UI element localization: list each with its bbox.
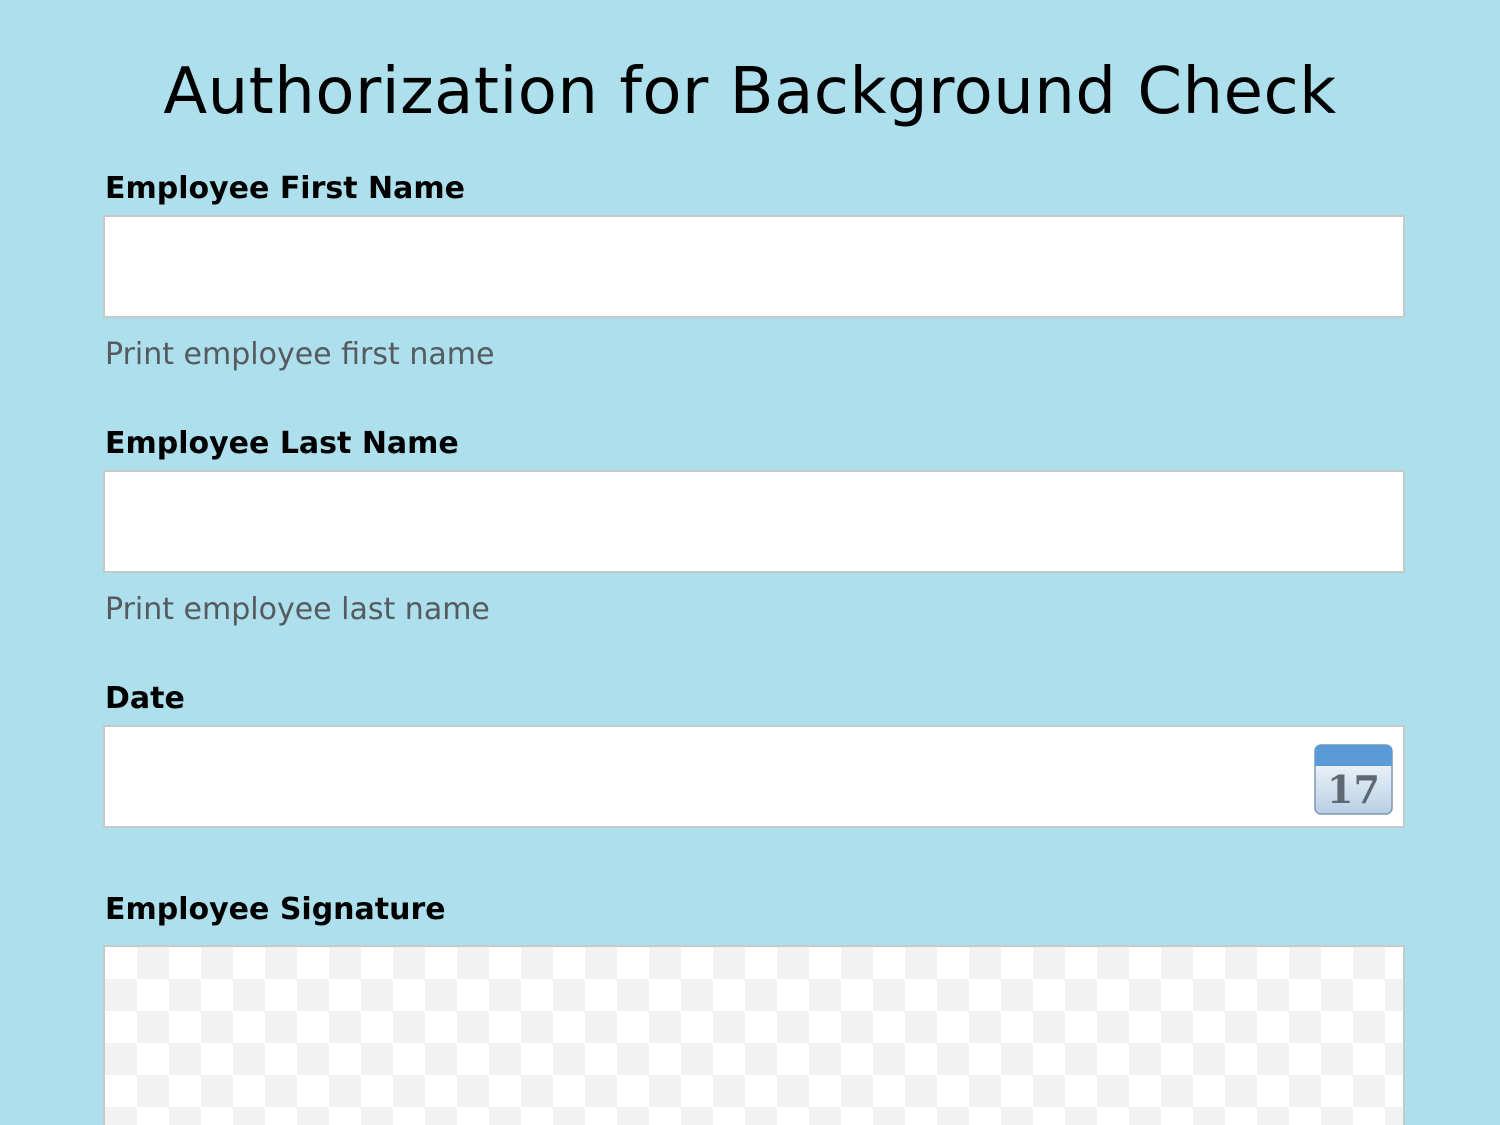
last-name-label: Employee Last Name	[105, 426, 459, 461]
signature-label: Employee Signature	[105, 892, 446, 927]
calendar-day-number: 17	[1327, 767, 1380, 812]
date-input[interactable]	[103, 725, 1405, 828]
last-name-hint: Print employee last name	[105, 592, 490, 627]
last-name-input[interactable]	[103, 470, 1405, 573]
first-name-label: Employee First Name	[105, 171, 465, 206]
date-label: Date	[105, 681, 185, 716]
first-name-input[interactable]	[103, 215, 1405, 318]
page-title: Authorization for Background Check	[163, 55, 1337, 129]
first-name-hint: Print employee first name	[105, 337, 495, 372]
signature-pad[interactable]	[103, 945, 1405, 1125]
calendar-icon[interactable]: 17	[1314, 744, 1393, 815]
